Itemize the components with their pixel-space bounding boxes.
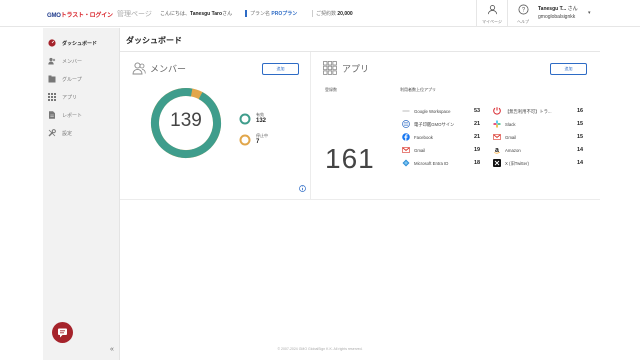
sidebar-item-label: ダッシュボード [62, 41, 98, 47]
help-label: ヘルプ [517, 19, 529, 24]
app-count: 14 [577, 147, 584, 153]
members-icon [132, 62, 146, 75]
members-title: メンバー [150, 64, 187, 74]
app-count: 14 [577, 160, 584, 166]
app-name: Amazon [505, 148, 521, 153]
registered-count: 161 [325, 143, 375, 174]
sidebar-item-label: グループ [62, 77, 82, 83]
sidebar-item-dashboard[interactable]: ダッシュボード [43, 36, 120, 52]
brand-logo[interactable]: GMOトラスト・ログイン [47, 10, 113, 19]
list-item[interactable]: Facebook 21 [402, 133, 483, 143]
list-item[interactable]: Gmail 15 [493, 133, 588, 143]
group-icon [48, 75, 56, 83]
app-name: Slack [505, 122, 516, 127]
mypage-button[interactable]: マイページ [476, 0, 507, 27]
app-name: Google Workspace [414, 109, 451, 114]
report-icon [49, 111, 55, 119]
app-name: Microsoft Entra ID [414, 161, 449, 166]
amazon-icon: a [494, 147, 500, 154]
x-icon [493, 159, 501, 167]
sidebar-item-label: アプリ [62, 95, 78, 101]
app-count: 21 [474, 134, 481, 140]
app-name: X (旧Twitter) [505, 161, 529, 166]
sidebar-item-report[interactable]: レポート [43, 108, 120, 124]
dashboard-icon [48, 39, 56, 47]
add-app-button[interactable]: 追加 [550, 63, 587, 75]
entra-id-icon [402, 159, 410, 167]
sidebar: ダッシュボード メンバー グループ アプリ レポート 設定 « [43, 28, 120, 360]
chat-button[interactable] [52, 322, 73, 343]
app-count: 19 [474, 147, 481, 153]
apps-panel: アプリ 追加 登録数 161 利用者数上位アプリ Google Workspac… [311, 52, 600, 200]
user-menu[interactable]: Tanesgu T... さん gmoglobalsignkk ▾ [538, 5, 638, 20]
stopped-count: 7 [256, 139, 260, 145]
help-icon: ? [518, 4, 528, 15]
mypage-label: マイページ [482, 19, 502, 24]
list-item[interactable]: Google Workspace 53 [402, 107, 483, 117]
chevron-down-icon: ▾ [588, 10, 591, 16]
main-content: ダッシュボード メンバー 追加 139 有効 132 停止中 7 アプリ 追加 … [120, 28, 600, 360]
info-icon[interactable] [299, 185, 306, 192]
list-item[interactable]: 【無告利用不可】トラ... 16 [493, 107, 588, 117]
list-item[interactable]: X (旧Twitter) 14 [493, 159, 588, 169]
registered-label: 登録数 [325, 87, 337, 92]
sidebar-item-settings[interactable]: 設定 [43, 126, 120, 142]
app-count: 21 [474, 121, 481, 127]
stopped-legend-ring [239, 134, 251, 146]
list-item[interactable]: 電子印鑑GMOサイン 21 [402, 120, 483, 130]
sidebar-item-label: 設定 [62, 131, 73, 137]
app-name: Gmail [414, 148, 426, 153]
apps-title: アプリ [342, 64, 370, 74]
app-count: 15 [577, 121, 584, 127]
active-legend-ring [239, 113, 251, 125]
members-total: 139 [170, 110, 202, 131]
trustlogin-icon [493, 107, 501, 115]
gmail-icon [493, 134, 501, 140]
page-title: ダッシュボード [126, 36, 182, 45]
google-workspace-icon [402, 110, 410, 112]
apps-icon [323, 61, 337, 75]
sidebar-item-label: レポート [62, 113, 83, 119]
sidebar-item-label: メンバー [62, 59, 83, 65]
app-count: 15 [577, 134, 584, 140]
help-button[interactable]: ? ヘルプ [507, 0, 538, 27]
admin-page-label: 管理ページ [117, 11, 152, 18]
settings-icon [48, 129, 56, 137]
user-icon [487, 5, 497, 15]
list-item[interactable]: Slack 15 [493, 120, 588, 130]
app-name: 電子印鑑GMOサイン [414, 122, 455, 127]
app-count: 16 [577, 108, 584, 114]
slack-icon [493, 120, 501, 128]
apps-icon [48, 93, 56, 101]
list-item[interactable]: Microsoft Entra ID 18 [402, 159, 483, 169]
app-name: Facebook [414, 135, 433, 140]
sidebar-item-apps[interactable]: アプリ [43, 90, 120, 106]
contract-info: ご契約数 20,000 [312, 10, 353, 17]
gmo-sign-icon [402, 120, 410, 128]
app-count: 53 [474, 108, 481, 114]
sidebar-item-group[interactable]: グループ [43, 72, 120, 88]
chat-icon [58, 328, 67, 338]
list-item[interactable]: a Amazon 14 [493, 146, 588, 156]
plan-info: プラン名 PROプラン [245, 10, 297, 17]
top-bar: GMOトラスト・ログイン 管理ページ こんにちは、Tanesgu Taroさん … [0, 0, 640, 27]
app-name: Gmail [505, 135, 517, 140]
sidebar-item-members[interactable]: メンバー [43, 54, 120, 70]
active-count: 132 [256, 118, 267, 124]
ranking-label: 利用者数上位アプリ [400, 87, 436, 92]
members-icon [48, 57, 56, 65]
svg-text:?: ? [521, 8, 525, 14]
footer-copyright: © 2007-2024 GMO GlobalSign K.K. All righ… [277, 347, 363, 351]
greeting: こんにちは、Tanesgu Taroさん [160, 11, 233, 17]
facebook-icon [402, 133, 410, 141]
add-member-button[interactable]: 追加 [262, 63, 299, 75]
gmail-icon [402, 147, 410, 153]
app-count: 18 [474, 160, 481, 166]
app-name: 【無告利用不可】トラ... [505, 109, 552, 114]
list-item[interactable]: Gmail 19 [402, 146, 483, 156]
collapse-sidebar-button[interactable]: « [110, 346, 114, 353]
members-panel: メンバー 追加 139 有効 132 停止中 7 [120, 52, 311, 200]
